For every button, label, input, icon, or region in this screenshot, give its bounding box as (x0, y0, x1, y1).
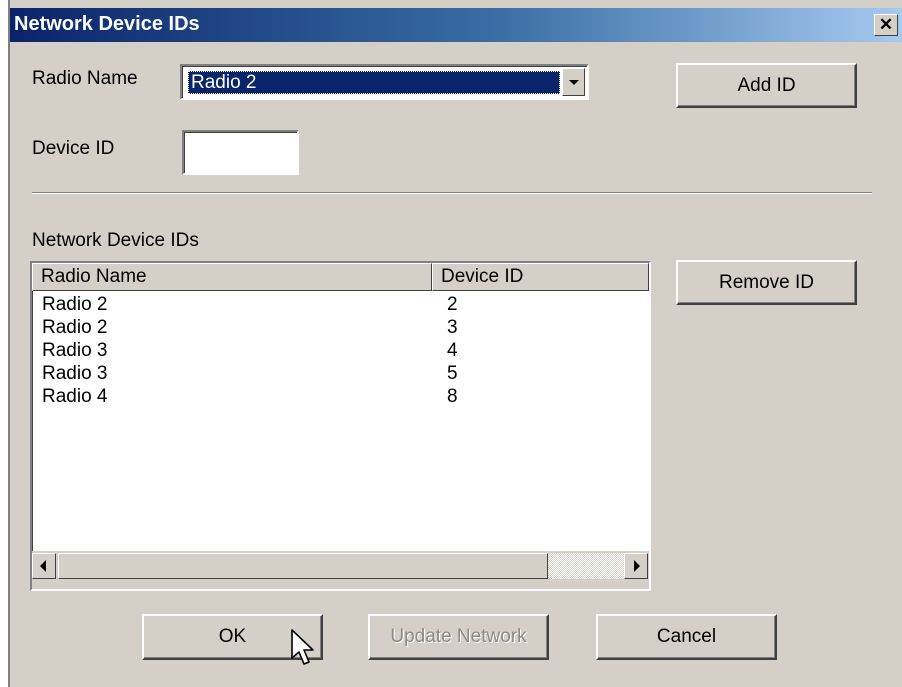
dropdown-arrow-button[interactable] (562, 68, 585, 96)
cell-radio-name: Radio 4 (42, 386, 108, 407)
radio-name-selected: Radio 2 (188, 71, 560, 94)
close-icon: ✕ (878, 15, 894, 34)
remove-id-button[interactable]: Remove ID (676, 260, 857, 305)
horizontal-scrollbar[interactable] (32, 551, 649, 589)
cell-radio-name: Radio 2 (42, 317, 108, 338)
scroll-right-icon (634, 560, 640, 572)
scroll-right-button[interactable] (624, 553, 648, 579)
radio-name-dropdown[interactable]: Radio 2 (180, 64, 589, 100)
cell-radio-name: Radio 3 (42, 340, 108, 361)
update-network-button: Update Network (368, 614, 549, 660)
add-id-button[interactable]: Add ID (676, 63, 857, 108)
cancel-button[interactable]: Cancel (596, 614, 777, 660)
window-left-border (8, 0, 10, 687)
window-title: Network Device IDs (14, 13, 200, 35)
cell-device-id: 5 (447, 363, 458, 384)
separator (32, 192, 872, 194)
list-item[interactable]: Radio 2 2 (32, 293, 649, 316)
column-header-radio-name[interactable]: Radio Name (32, 263, 432, 291)
scroll-thumb[interactable] (58, 553, 548, 579)
cell-device-id: 2 (447, 294, 458, 315)
list-rows: Radio 2 2 Radio 2 3 Radio 3 4 Radio 3 5 … (32, 293, 649, 543)
scroll-track[interactable] (58, 553, 624, 579)
list-item[interactable]: Radio 3 5 (32, 362, 649, 385)
mouse-pointer-icon (291, 629, 314, 665)
cell-device-id: 3 (447, 317, 458, 338)
scroll-left-icon (40, 560, 46, 572)
title-bar[interactable]: Network Device IDs ✕ (10, 8, 902, 42)
device-id-input[interactable] (182, 130, 299, 175)
close-button[interactable]: ✕ (874, 14, 898, 36)
device-id-label: Device ID (32, 138, 115, 159)
cell-radio-name: Radio 2 (42, 294, 108, 315)
column-header-device-id[interactable]: Device ID (432, 263, 649, 291)
scroll-left-button[interactable] (32, 553, 56, 579)
list-item[interactable]: Radio 4 8 (32, 385, 649, 408)
list-section-label: Network Device IDs (32, 230, 199, 251)
cell-device-id: 4 (447, 340, 458, 361)
cell-device-id: 8 (447, 386, 458, 407)
chevron-down-icon (569, 80, 579, 85)
cell-radio-name: Radio 3 (42, 363, 108, 384)
device-id-list[interactable]: Radio Name Device ID Radio 2 2 Radio 2 3… (30, 261, 651, 591)
radio-name-label: Radio Name (32, 68, 138, 89)
list-item[interactable]: Radio 2 3 (32, 316, 649, 339)
list-item[interactable]: Radio 3 4 (32, 339, 649, 362)
